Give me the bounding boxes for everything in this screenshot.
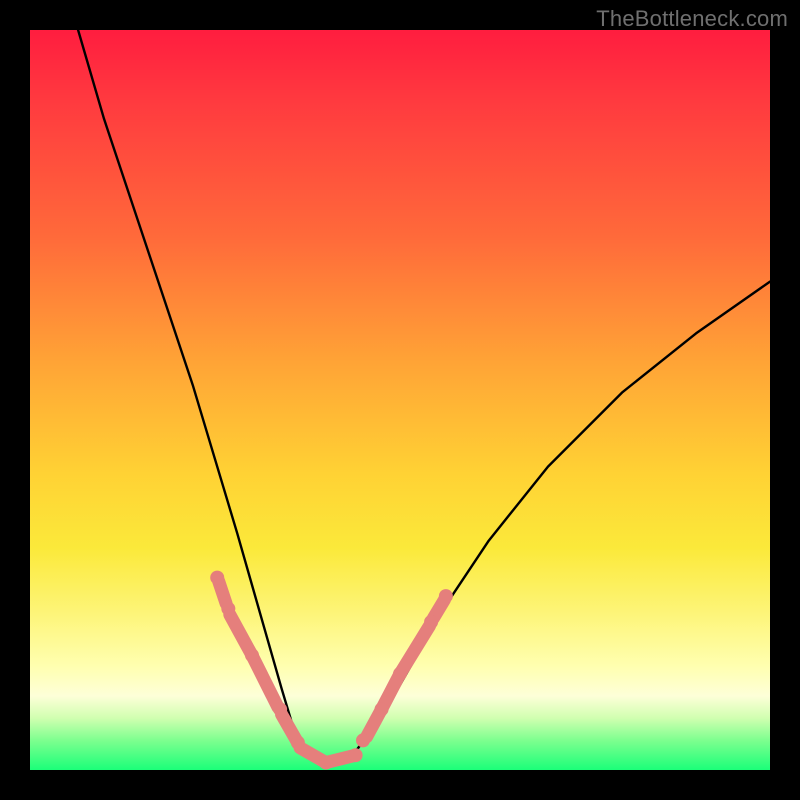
chart-frame: TheBottleneck.com bbox=[0, 0, 800, 800]
highlight-dots bbox=[210, 571, 453, 770]
highlight-segments bbox=[219, 581, 445, 762]
chart-svg bbox=[30, 30, 770, 770]
watermark-text: TheBottleneck.com bbox=[596, 6, 788, 32]
bottleneck-curve bbox=[78, 30, 770, 763]
plot-area bbox=[30, 30, 770, 770]
